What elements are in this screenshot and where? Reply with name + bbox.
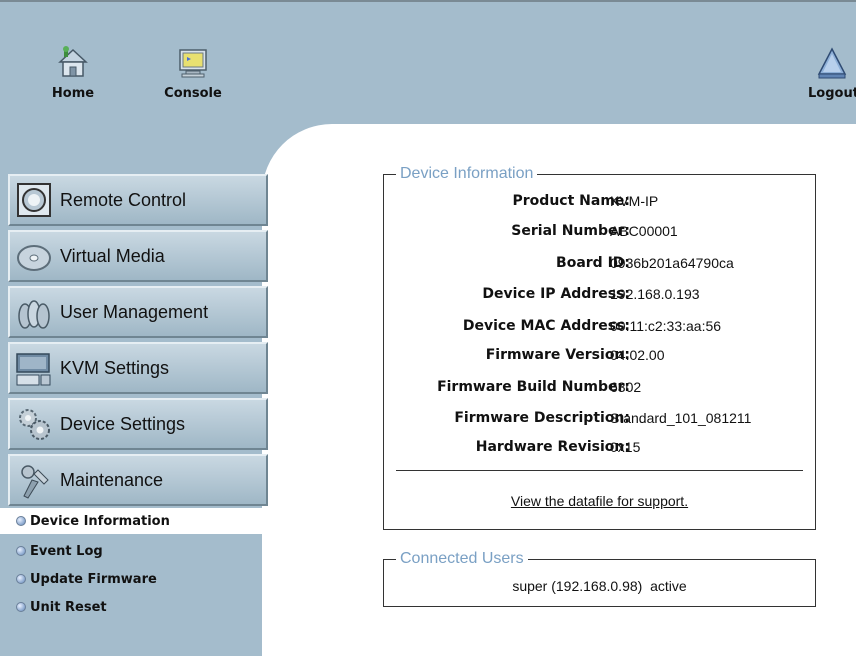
nav-label: Remote Control — [60, 189, 187, 210]
subnav-unit-reset[interactable]: Unit Reset — [0, 594, 262, 620]
bullet-icon — [16, 546, 26, 556]
nav-label: Device Settings — [60, 413, 186, 434]
info-label: Firmware Build Number: — [437, 379, 630, 395]
subnav-label: Event Log — [30, 543, 103, 559]
nav-kvm-settings[interactable]: KVM Settings — [8, 342, 268, 394]
nav-user-management[interactable]: User Management — [8, 286, 268, 338]
subnav-device-information[interactable]: Device Information — [0, 508, 262, 534]
nav-label: Maintenance — [60, 469, 164, 490]
kvm-icon — [16, 353, 51, 386]
logout-icon — [817, 47, 847, 79]
info-row-board-id: Board ID: 0936b201a64790ca — [384, 255, 815, 275]
bullet-icon — [16, 602, 26, 612]
home-icon — [58, 46, 88, 77]
logout-button[interactable]: Logout — [808, 46, 856, 101]
device-information-panel: Device Information Product Name: KVM-IP … — [383, 165, 816, 530]
subnav-label: Update Firmware — [30, 571, 157, 587]
info-value: ABC00001 — [610, 223, 678, 239]
info-row-hardware-revision: Hardware Revision: 0x15 — [384, 439, 815, 459]
info-row-serial-number: Serial Number: ABC00001 — [384, 223, 815, 243]
info-row-firmware-version: Firmware Version: 04.02.00 — [384, 347, 815, 367]
info-row-firmware-build: Firmware Build Number: 6302 — [384, 379, 815, 399]
console-button[interactable]: Console — [148, 46, 238, 101]
info-label: Firmware Version: — [485, 347, 630, 363]
info-value: 6302 — [610, 379, 642, 395]
nav-device-settings[interactable]: Device Settings — [8, 398, 268, 450]
info-label: Hardware Revision: — [475, 439, 630, 455]
gears-icon — [19, 409, 50, 440]
app-frame: Home Console Logout Remote Control Virtu… — [0, 0, 856, 658]
info-label: Firmware Description: — [454, 410, 630, 426]
nav-label: Virtual Media — [60, 245, 165, 266]
tools-icon — [21, 465, 49, 499]
info-row-device-mac: Device MAC Address: 00:11:c2:33:aa:56 — [384, 318, 815, 338]
info-row-product-name: Product Name: KVM-IP — [384, 193, 815, 213]
subnav-label: Device Information — [30, 513, 170, 529]
users-icon — [18, 300, 50, 329]
disc-icon — [17, 245, 51, 271]
info-value: 00:11:c2:33:aa:56 — [610, 318, 722, 334]
connected-users-panel: Connected Users super (192.168.0.98) act… — [383, 550, 816, 607]
info-value: 04.02.00 — [610, 347, 665, 363]
bullet-icon — [16, 574, 26, 584]
info-label: Device MAC Address: — [462, 318, 630, 334]
info-row-firmware-description: Firmware Description: Standard_101_08121… — [384, 410, 815, 430]
divider — [396, 470, 803, 471]
info-row-device-ip: Device IP Address: 192.168.0.193 — [384, 286, 815, 306]
subnav-event-log[interactable]: Event Log — [0, 538, 262, 564]
info-value: Standard_101_081211 — [610, 410, 752, 426]
home-label: Home — [51, 86, 95, 101]
home-button[interactable]: Home — [38, 46, 108, 101]
nav-remote-control[interactable]: Remote Control — [8, 174, 268, 226]
subnav-update-firmware[interactable]: Update Firmware — [0, 566, 262, 592]
view-datafile-link[interactable]: View the datafile for support. — [384, 493, 815, 509]
console-icon — [179, 49, 207, 78]
nav-virtual-media[interactable]: Virtual Media — [8, 230, 268, 282]
device-information-legend: Device Information — [396, 165, 538, 183]
nav-label: KVM Settings — [60, 357, 170, 378]
nav-maintenance[interactable]: Maintenance — [8, 454, 268, 506]
subnav-label: Unit Reset — [30, 599, 107, 615]
info-value: 0936b201a64790ca — [610, 255, 734, 271]
console-label: Console — [164, 86, 222, 101]
info-value: 192.168.0.193 — [610, 286, 700, 302]
info-value: 0x15 — [610, 439, 641, 455]
connected-user-entry: super (192.168.0.98) active — [512, 578, 687, 594]
monitor-icon — [17, 183, 51, 217]
nav-label: User Management — [60, 301, 209, 322]
logout-label: Logout — [808, 86, 856, 101]
info-label: Device IP Address: — [482, 286, 630, 302]
connected-users-legend: Connected Users — [396, 550, 528, 568]
info-value: KVM-IP — [610, 193, 659, 209]
bullet-icon — [16, 516, 26, 526]
